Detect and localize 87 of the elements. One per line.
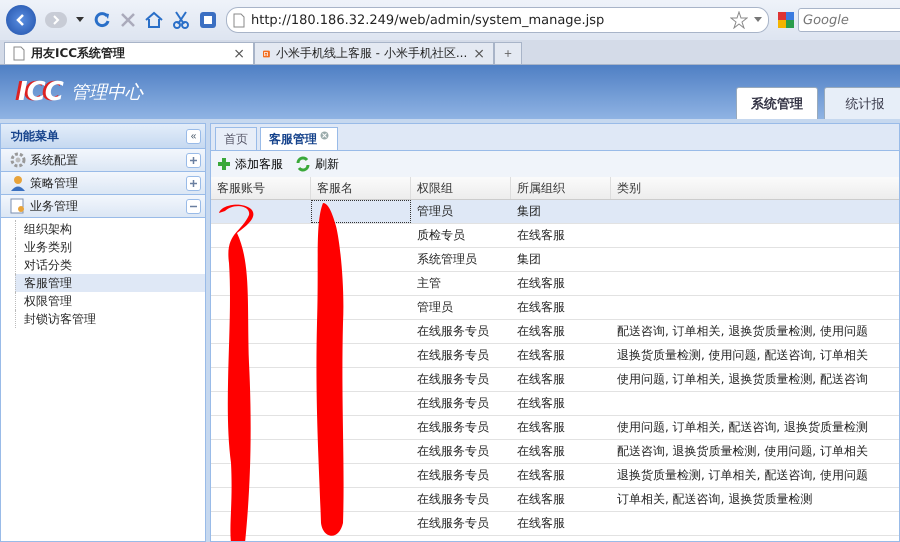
menu-section[interactable]: 系统配置 (1, 148, 205, 171)
browser-tab[interactable]: 用友ICC系统管理 × (4, 42, 254, 64)
add-button[interactable]: 添加客服 (215, 156, 285, 172)
address-field[interactable]: http://180.186.32.249/web/admin/system_manage.jsp (226, 7, 769, 33)
nav-tab[interactable]: 统计报 (824, 87, 900, 119)
nav-tab[interactable]: 系统管理 (736, 87, 818, 119)
table-cell: 在线客服 (517, 276, 565, 290)
table-cell: 集团 (517, 204, 541, 218)
refresh-icon (295, 156, 311, 172)
table-cell: 在线服务专员 (417, 516, 489, 530)
menu-section[interactable]: 业务管理 (1, 194, 205, 217)
table-cell: 在线服务专员 (417, 372, 489, 386)
table-row[interactable]: 管理员 集团 (211, 200, 899, 224)
table-cell: 在线客服 (517, 444, 565, 458)
table-cell: 管理员 (417, 300, 453, 314)
table-cell: 在线客服 (517, 300, 565, 314)
table-cell: 管理员 (417, 204, 453, 218)
column-header[interactable]: 类别 (611, 177, 899, 199)
table-cell: 在线客服 (517, 228, 565, 242)
table-cell: 在线客服 (517, 348, 565, 362)
gear-icon (10, 152, 26, 168)
table-cell: 退换货质量检测, 订单相关, 配送咨询, 使用问题 (617, 468, 868, 482)
logo: ICC (18, 77, 63, 107)
app-title: 管理中心 (70, 81, 143, 104)
table-cell: 配送咨询, 退换货质量检测, 使用问题, 订单相关 (617, 444, 868, 458)
window-icon[interactable] (199, 11, 217, 29)
menu-item[interactable]: 封锁访客管理 (15, 310, 205, 328)
plus-icon (189, 178, 198, 188)
table-cell: 配送咨询, 订单相关, 退换货质量检测, 使用问题 (617, 324, 868, 338)
close-button[interactable]: × (473, 46, 485, 62)
table-cell: 在线客服 (517, 516, 565, 530)
menu-item[interactable]: 客服管理 (15, 274, 205, 292)
star-icon[interactable] (730, 11, 748, 29)
table-cell: 在线服务专员 (417, 348, 489, 362)
back-button[interactable] (6, 5, 36, 35)
browser-tab[interactable]: 小米手机线上客服 - 小米手机社区... × (254, 42, 494, 64)
column-header[interactable]: 客服名 (311, 177, 411, 199)
table-cell: 在线客服 (517, 396, 565, 410)
new-tab-button[interactable]: + (494, 42, 522, 64)
table-cell: 使用问题, 订单相关, 配送咨询, 退换货质量检测 (617, 420, 868, 434)
scissors-icon[interactable] (172, 11, 190, 29)
home-icon[interactable] (145, 11, 163, 29)
column-header[interactable]: 所属组织 (511, 177, 611, 199)
table-cell: 集团 (517, 252, 541, 266)
column-header[interactable]: 权限组 (411, 177, 511, 199)
table-cell: 订单相关, 配送咨询, 退换货质量检测 (617, 492, 812, 506)
table-cell: 在线客服 (517, 372, 565, 386)
content-tab[interactable]: 首页 (215, 127, 257, 150)
table-cell: 系统管理员 (417, 252, 477, 266)
toggle-button[interactable] (186, 176, 201, 190)
table-cell: 在线客服 (517, 492, 565, 506)
page-icon (233, 12, 245, 28)
plus-icon (189, 156, 198, 164)
person-icon (10, 175, 26, 191)
table-cell: 退换货质量检测, 使用问题, 配送咨询, 订单相关 (617, 348, 868, 362)
content-tab[interactable]: 客服管理 (260, 127, 338, 150)
caret-icon[interactable] (76, 17, 84, 23)
plus-icon (217, 157, 231, 171)
refresh-button[interactable]: 刷新 (293, 156, 341, 172)
table-cell: 在线服务专员 (417, 396, 489, 410)
table-cell: 在线客服 (517, 324, 565, 338)
table-cell: 质检专员 (417, 228, 465, 242)
table-cell: 使用问题, 订单相关, 退换货质量检测, 配送咨询 (617, 372, 868, 386)
menu-item[interactable]: 业务类别 (15, 238, 205, 256)
table-cell: 在线服务专员 (417, 420, 489, 434)
close-button[interactable]: × (233, 46, 245, 62)
table-cell: 在线服务专员 (417, 492, 489, 506)
column-header[interactable]: 客服账号 (211, 177, 311, 199)
table-cell: 在线服务专员 (417, 324, 489, 338)
menu-section[interactable]: 策略管理 (1, 171, 205, 194)
table-cell: 在线客服 (517, 468, 565, 482)
menu-item[interactable]: 权限管理 (15, 292, 205, 310)
toggle-button[interactable] (186, 198, 201, 214)
table-cell: 在线服务专员 (417, 468, 489, 482)
table-cell: 在线客服 (517, 420, 565, 434)
collapse-button[interactable]: « (186, 128, 201, 144)
menu-item[interactable]: 组织架构 (15, 220, 205, 238)
table-cell: 在线服务专员 (417, 444, 489, 458)
search-engine-icon[interactable] (778, 12, 794, 28)
folder-icon (10, 198, 26, 214)
search-field[interactable]: Google (798, 8, 900, 32)
page-icon (13, 46, 25, 61)
table-cell: 主管 (417, 276, 441, 290)
sidebar-title: 功能菜单 (11, 128, 59, 144)
reload-icon[interactable] (93, 11, 111, 29)
toggle-button[interactable] (186, 152, 201, 168)
close-icon[interactable] (320, 131, 329, 140)
